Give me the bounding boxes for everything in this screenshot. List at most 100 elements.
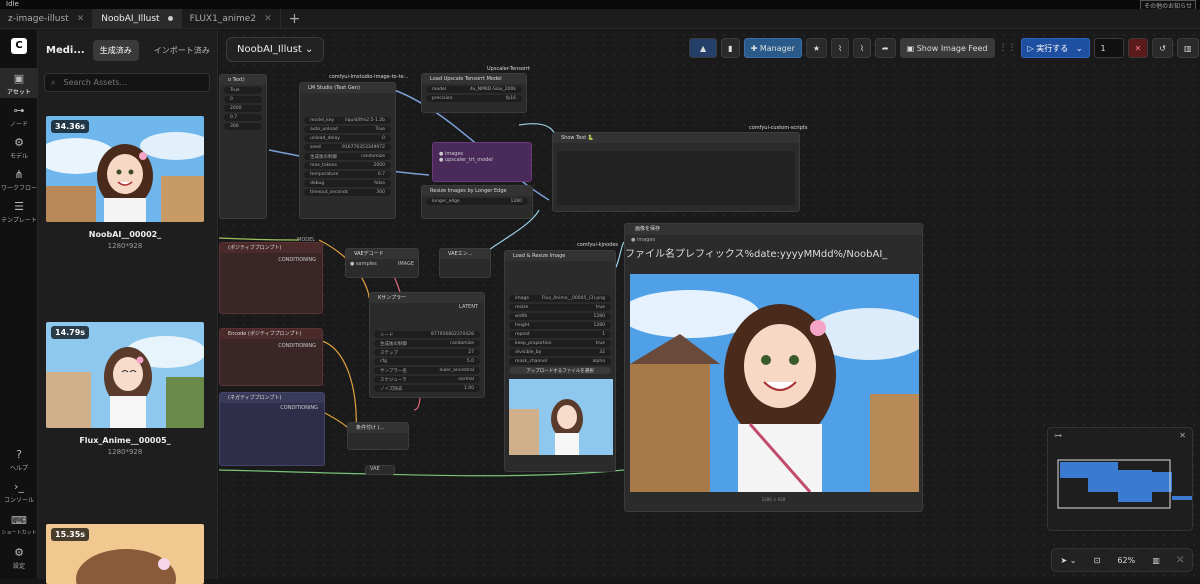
node-widget[interactable]: image Flux_Anime__00005_(3).png: [509, 295, 611, 302]
close-icon[interactable]: ✕: [264, 14, 272, 24]
node-vae-decode[interactable]: VAEデコード ● samples IMAGE: [345, 248, 419, 278]
node-widget[interactable]: True: [224, 87, 262, 94]
bookmark-button[interactable]: ▮: [721, 38, 740, 58]
node-widget[interactable]: シード 877956802370428: [374, 331, 480, 338]
node-resize-images[interactable]: Resize Images by Longer Edge longer_edge…: [421, 185, 533, 219]
node-image-to-text[interactable]: o Text) True 0 2000 0.7 300: [219, 74, 267, 219]
zoom-level[interactable]: 62%: [1117, 556, 1135, 565]
node-vae-reroute[interactable]: VAE: [365, 465, 395, 475]
rail-item-console[interactable]: ›_ コンソール: [0, 480, 38, 506]
node-widget[interactable]: スケジューラ normal: [374, 376, 480, 383]
node-vae-encode[interactable]: VAEエン...: [439, 248, 491, 278]
node-widget[interactable]: temperature 0.7: [304, 171, 391, 178]
filename-prefix-widget[interactable]: ファイル名プレフィックス%date:yyyyMMdd%/NoobAI_: [625, 245, 922, 260]
show-image-feed-button[interactable]: ▣ Show Image Feed: [899, 38, 995, 58]
fit-view-icon[interactable]: ⊡: [1094, 556, 1101, 565]
node-widget[interactable]: cfg 5.0: [374, 358, 480, 365]
rail-item-shortcuts[interactable]: ⌨ ショートカット: [0, 514, 38, 540]
node-widget[interactable]: resize true: [509, 304, 611, 311]
node-widget[interactable]: unload_delay 0: [304, 135, 391, 142]
node-conditioning-combine[interactable]: 条件付け (...: [347, 422, 409, 450]
node-widget[interactable]: width 1280: [509, 313, 611, 320]
node-widget[interactable]: timeout_seconds 300: [304, 189, 391, 196]
rail-item-models[interactable]: ⚙ モデル: [0, 136, 38, 162]
star-button[interactable]: ★: [805, 38, 828, 58]
node-ksampler[interactable]: Kサンプラー LATENT シード 877956802370428 生成後の制御 ra…: [369, 292, 485, 398]
asset-card[interactable]: 14.79s Flux_Anime__00005_ 1280*928: [46, 322, 204, 456]
node-widget[interactable]: 2000: [224, 105, 262, 112]
pointer-icon[interactable]: ➤ ⌄: [1061, 556, 1077, 565]
new-tab-button[interactable]: +: [281, 11, 309, 27]
minimap[interactable]: ⊶ ✕: [1047, 427, 1193, 531]
node-widget[interactable]: keep_proportion true: [509, 340, 611, 347]
rail-item-templates[interactable]: ☰ テンプレート: [0, 200, 38, 226]
node-widget[interactable]: 生成後の制御 randomize: [374, 340, 480, 347]
asset-card[interactable]: 15.35s: [46, 524, 204, 584]
node-widget[interactable]: seed 916776353349972: [304, 144, 391, 151]
node-widget[interactable]: longer_edge 1280: [426, 198, 528, 205]
close-icon[interactable]: ✕: [77, 14, 85, 24]
workflow-canvas[interactable]: NoobAI_Illust ⌄ ▲ ▮ ✚ Manager ★ ⌇ ⌇ ➦ ▣ …: [219, 30, 1200, 579]
run-button[interactable]: ▷ 実行する ⌄: [1020, 38, 1090, 58]
asset-card[interactable]: 34.36s NoobAI__00002_ 1280*928: [46, 116, 204, 250]
node-widget[interactable]: model_key liquid/lfm2.5-1.2b: [304, 117, 391, 124]
manager-button[interactable]: ✚ Manager: [743, 38, 802, 58]
cancel-button[interactable]: ✕: [1127, 38, 1149, 58]
node-widget[interactable]: precision fp16: [426, 95, 522, 102]
close-icon[interactable]: ✕: [1179, 431, 1186, 440]
panel-toggle-button[interactable]: ▥: [1176, 38, 1199, 58]
node-widget[interactable]: height 1280: [509, 322, 611, 329]
tab-generated[interactable]: 生成済み: [92, 39, 139, 61]
rail-item-settings[interactable]: ⚙ 設定: [0, 546, 38, 572]
node-negative-prompt[interactable]: (ネガティブプロンプト) CONDITIONING: [219, 392, 325, 466]
chevron-down-icon[interactable]: ⌄: [1076, 44, 1083, 53]
rail-item-help[interactable]: ? ヘルプ: [0, 448, 38, 474]
asset-thumbnail[interactable]: 34.36s: [46, 116, 204, 222]
asset-thumbnail[interactable]: 14.79s: [46, 322, 204, 428]
node-widget[interactable]: max_tokens 2000: [304, 162, 391, 169]
text-output-area[interactable]: [557, 151, 795, 205]
node-widget[interactable]: 0: [224, 96, 262, 103]
tab-z-image-illust[interactable]: z-image-illust ✕: [0, 8, 94, 29]
node-widget[interactable]: ステップ 27: [374, 349, 480, 356]
node-widget[interactable]: 300: [224, 123, 262, 130]
node-show-text[interactable]: Show Text 🐍: [552, 132, 800, 212]
tab-flux1-anime2[interactable]: FLUX1_anime2 ✕: [182, 8, 281, 29]
node-widget[interactable]: サンプラー名 euler_ancestral: [374, 367, 480, 374]
map-icon[interactable]: ▥: [1152, 556, 1160, 565]
node-widget[interactable]: 生成後の制御 randomize: [304, 153, 391, 160]
batch-count-input[interactable]: 1: [1093, 38, 1124, 58]
share-button[interactable]: ➦: [874, 38, 896, 58]
node-save-image[interactable]: 画像を保存 ● images ファイル名プレフィックス%date:yyyyMMd…: [620, 223, 930, 512]
tab-noobai-illust[interactable]: NoobAI_Illust: [93, 8, 182, 29]
asset-thumbnail[interactable]: 15.35s: [46, 524, 204, 584]
link-toggle-icon[interactable]: ⤫: [1177, 555, 1183, 565]
drag-handle-icon[interactable]: ⋮⋮: [999, 43, 1017, 53]
clean2-button[interactable]: ⌇: [852, 38, 871, 58]
node-widget[interactable]: debug false: [304, 180, 391, 187]
rail-item-nodes[interactable]: ⊶ ノード: [0, 104, 38, 130]
node-upscaler[interactable]: ● images ● upscaler_trt_model: [432, 142, 532, 182]
history-button[interactable]: ↺: [1152, 38, 1173, 58]
node-load-upscale-model[interactable]: Load Upscale Tensorrt Model model 4x_NMKD…: [421, 73, 527, 113]
workflow-name-dropdown[interactable]: NoobAI_Illust ⌄: [226, 37, 325, 62]
tab-imported[interactable]: インポート済み: [147, 40, 217, 61]
search-input[interactable]: ⌕ Search Assets...: [44, 73, 210, 92]
node-widget[interactable]: auto_unload True: [304, 126, 391, 133]
node-lm-studio[interactable]: LM Studio (Text Gen) model_key liquid/lfm…: [299, 82, 396, 219]
node-widget[interactable]: divisible_by 32: [509, 349, 611, 356]
rail-item-workflows[interactable]: ⋔ ワークフロー: [0, 168, 38, 194]
node-widget[interactable]: model 4x_NMKD-Siax_200k: [426, 86, 522, 93]
node-widget[interactable]: repeat 1: [509, 331, 611, 338]
node-widget[interactable]: 0.7: [224, 114, 262, 121]
node-widget[interactable]: mask_channel alpha: [509, 358, 611, 365]
node-widget[interactable]: ノイズ除去 1.00: [374, 385, 480, 392]
rail-item-assets[interactable]: ▣ アセット: [0, 68, 38, 98]
logo-button[interactable]: ▲: [689, 38, 718, 58]
app-logo[interactable]: C: [0, 38, 38, 62]
upload-button[interactable]: アップロードするファイルを選択: [509, 367, 611, 374]
minimap-settings-icon[interactable]: ⊶: [1054, 431, 1062, 440]
node-load-resize-image[interactable]: Load & Resize Image image Flux_Anime__000…: [504, 250, 616, 472]
node-clip-encode[interactable]: Encode (ポジティブプロンプト) CONDITIONING: [219, 328, 323, 386]
clean-button[interactable]: ⌇: [831, 38, 849, 58]
